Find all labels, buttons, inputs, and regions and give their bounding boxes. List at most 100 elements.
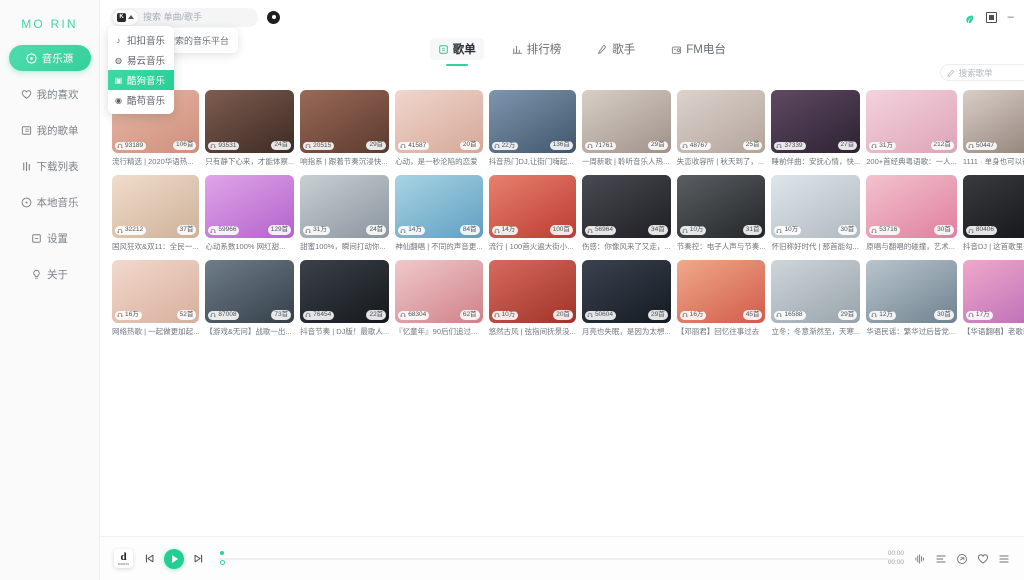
playlist-tab-icon <box>439 44 448 54</box>
playlist-cover[interactable]: 59966 129首 <box>205 174 295 238</box>
playlist-cover[interactable]: 12万 30首 <box>866 259 957 323</box>
playlist-card[interactable]: 17万169首【华语翻唱】老歌新翻，... <box>962 259 1024 337</box>
playlist-cover[interactable]: 14万 100首 <box>488 174 576 238</box>
next-track-icon[interactable] <box>193 553 204 564</box>
now-playing-cover[interactable]: d MORIN <box>114 549 133 568</box>
playlist-cover[interactable]: 37339 27首 <box>771 90 861 153</box>
playlist-card[interactable]: 31万 24首甜蜜100%，瞬间打动你... <box>300 174 390 252</box>
playlist-cover[interactable]: 17万169首 <box>962 259 1024 323</box>
playlist-card[interactable]: 10万 20首 悠然古风 | 弦指间抚景没... <box>488 259 576 337</box>
sidebar-item-my-playlists[interactable]: 我的歌单 <box>9 117 91 143</box>
sidebar-item-favorites[interactable]: 我的喜欢 <box>9 81 91 107</box>
playlist-card[interactable]: 10万 30首 怀旧称好时代 | 那首能勾... <box>771 174 861 252</box>
progress-handle[interactable] <box>220 559 225 565</box>
lyrics-icon[interactable] <box>935 553 947 565</box>
sidebar-item-about[interactable]: 关于 <box>9 261 91 287</box>
playlist-cover[interactable]: 53716 30首 <box>866 174 957 238</box>
progress-bar[interactable] <box>218 550 888 565</box>
playlist-cover[interactable]: 68304 62首 <box>395 259 483 323</box>
playlist-card[interactable]: 16588 29首 立冬：冬意渐然至，天寒... <box>771 259 861 337</box>
playlist-card[interactable]: 68304 62首 『忆童年』90后们追过... <box>395 259 483 337</box>
sidebar-item-music-source[interactable]: 音乐源 <box>8 45 91 71</box>
playlist-cover[interactable]: 22万 136首 <box>488 90 576 153</box>
playlist-queue-icon[interactable] <box>998 553 1010 565</box>
music-source-dropdown[interactable]: ♪ 扣扣音乐 ◍ 易云音乐 ▣ 酷狗音乐 ◉ 酷苟音乐 <box>108 26 174 114</box>
playlist-cover[interactable]: 31万 212首 <box>866 90 957 153</box>
about-icon <box>31 269 42 280</box>
equalizer-icon[interactable] <box>914 553 926 565</box>
global-search-box[interactable]: K <box>110 7 275 40</box>
source-option-netease[interactable]: ◍ 易云音乐 <box>108 50 174 70</box>
source-option-kugou[interactable]: ▣ 酷狗音乐 <box>108 70 174 90</box>
tab-fm-radio[interactable]: FM电台 <box>663 38 734 60</box>
leaf-icon[interactable] <box>964 12 975 23</box>
playlist-card[interactable]: 76454 22首 抖音节奏 | DJ版！最歌人... <box>300 259 390 337</box>
previous-track-icon[interactable] <box>144 553 155 564</box>
playlist-title: 甜蜜100%，瞬间打动你... <box>300 241 386 251</box>
playlist-card[interactable]: 93531 24首 只有静下心来，才能体察... <box>205 90 295 167</box>
search-input[interactable] <box>143 12 260 22</box>
source-option-kuwo[interactable]: ◉ 酷苟音乐 <box>108 90 174 110</box>
playlist-card[interactable]: 59966 129首 心动系数100% 网红甜... <box>205 174 295 252</box>
playlist-cover[interactable]: 41587 20首 <box>395 90 483 153</box>
music-source-selector[interactable]: K <box>113 9 138 25</box>
tab-singers[interactable]: 歌手 <box>589 38 643 60</box>
play-button[interactable] <box>164 548 184 569</box>
playlist-card[interactable]: 37339 27首 睡前伴曲：安抚心情，快... <box>771 90 861 167</box>
playlist-card[interactable]: 16万 45首 【邓丽君】回忆往事过去 <box>676 259 766 337</box>
repeat-icon[interactable] <box>956 553 968 565</box>
playlist-cover[interactable]: 56964 34首 <box>581 174 671 238</box>
playlist-cover[interactable]: 20515 29首 <box>300 90 390 153</box>
minimize-button[interactable]: – <box>1008 11 1014 23</box>
playlist-card[interactable]: 16万 52首 网络热歌 | 一起做更加起... <box>112 259 200 337</box>
playlist-cover[interactable]: 76454 22首 <box>300 259 390 323</box>
playlist-cover[interactable]: 14万 84首 <box>395 174 483 238</box>
sidebar-item-downloads[interactable]: 下载列表 <box>9 153 91 179</box>
playlist-cover[interactable]: 16万 52首 <box>112 259 200 323</box>
playlist-cover[interactable]: 5044722首 <box>962 90 1024 153</box>
playlist-cover[interactable]: 87008 73首 <box>205 259 295 323</box>
playlist-card[interactable]: 8040620首抖音DJ | 这首歌里有我... <box>962 174 1024 252</box>
playlist-cover[interactable]: 32212 37首 <box>112 174 200 238</box>
playlist-card[interactable]: 31万 212首 200+首经典粤语歌：一人... <box>866 90 957 167</box>
playlist-cover[interactable]: 16588 29首 <box>771 259 861 323</box>
playlist-search-box[interactable] <box>939 64 1024 81</box>
playlist-card[interactable]: 87008 73首 【游戏&无问】战歌一出... <box>205 259 295 337</box>
playlist-cover[interactable]: 10万 31首 <box>676 174 766 238</box>
playlist-card[interactable]: 10万 31首 节奏控：电子人声与节奏... <box>676 174 766 252</box>
playlist-cover[interactable]: 8040620首 <box>962 174 1024 238</box>
playlist-card[interactable]: 53716 30首 原唱与翻唱的碰撞，艺术... <box>866 174 957 252</box>
tab-charts[interactable]: 排行榜 <box>504 38 570 60</box>
playlist-card[interactable]: 22万 136首 抖音热门DJ,让街门嗨起... <box>488 90 576 167</box>
playlist-cover[interactable]: 31万 24首 <box>300 174 390 238</box>
playlist-card[interactable]: 50604 29首 月亮也失眠，是因为太想... <box>581 259 671 337</box>
playlist-cover[interactable]: 10万 20首 <box>488 259 576 323</box>
song-count-badge: 24首 <box>271 140 292 150</box>
playlist-cover[interactable]: 10万 30首 <box>771 174 861 238</box>
playlist-card[interactable]: 20515 29首 响指系 | 跟着节奏沉浸快... <box>300 90 390 167</box>
source-option-qq[interactable]: ♪ 扣扣音乐 <box>108 30 174 50</box>
playlist-cover[interactable]: 71761 29首 <box>581 90 671 153</box>
playlist-cover[interactable]: 48767 25首 <box>676 90 766 153</box>
tab-playlists[interactable]: 歌单 <box>429 38 484 60</box>
progress-area[interactable] <box>218 549 888 569</box>
playlist-card[interactable]: 12万 30首 华语民谣：繁华过后皆党... <box>866 259 957 337</box>
playlist-card[interactable]: 56964 34首 伤感：你像风来了又走，... <box>581 174 671 252</box>
sidebar-item-settings[interactable]: 设置 <box>9 225 91 251</box>
playlist-cover[interactable]: 16万 45首 <box>676 259 766 323</box>
playlist-card[interactable]: 14万 100首 流行 | 100首火遍大街小... <box>488 174 576 252</box>
sidebar-item-local-music[interactable]: 本地音乐 <box>9 189 91 215</box>
heart-icon[interactable] <box>977 553 989 565</box>
play-count: 71761 <box>594 141 614 149</box>
playlist-cover[interactable]: 93531 24首 <box>205 90 295 153</box>
screenshot-icon[interactable] <box>985 11 997 23</box>
playlist-card[interactable]: 41587 20首 心动，是一秒沦陷的恋爱 <box>395 90 483 167</box>
playlist-card[interactable]: 14万 84首 神仙翻唱 | 不同的声音更... <box>395 174 483 252</box>
playlist-card[interactable]: 5044722首 1111 · 单身也可以很快乐 <box>962 90 1024 167</box>
playlist-cover[interactable]: 50604 29首 <box>581 259 671 323</box>
vinyl-toggle-button[interactable] <box>267 10 280 24</box>
playlist-card[interactable]: 71761 29首 一周新歌 | 聆听音乐人热... <box>581 90 671 167</box>
playlist-search-input[interactable] <box>958 67 1024 78</box>
playlist-card[interactable]: 32212 37首 国风狂欢&双11：全民一... <box>112 174 200 252</box>
playlist-card[interactable]: 48767 25首 失恋收容所 | 秋天到了，... <box>676 90 766 167</box>
